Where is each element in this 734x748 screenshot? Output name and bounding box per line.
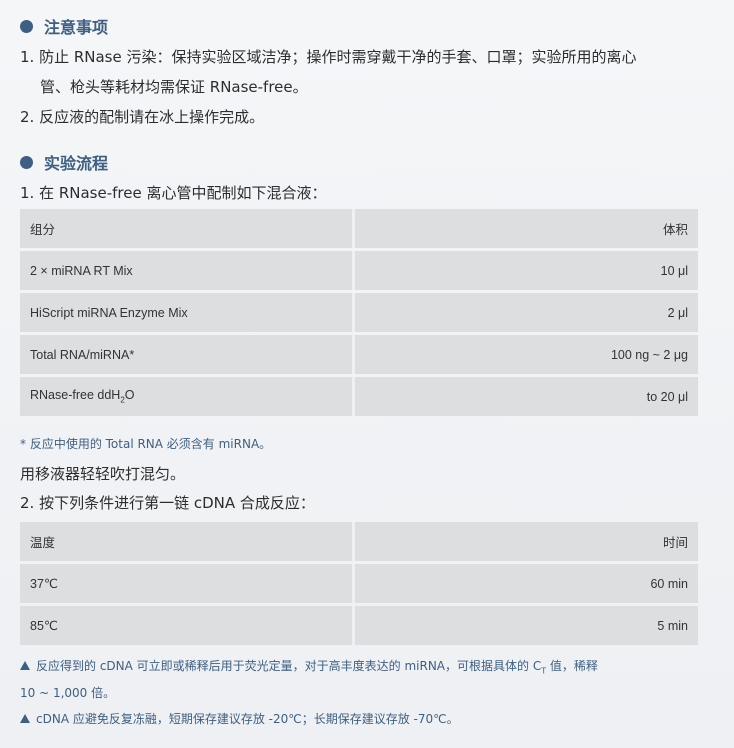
temperature-cell: 85℃ xyxy=(20,606,355,645)
time-cell: 60 min xyxy=(355,564,698,603)
header-volume: 体积 xyxy=(355,209,698,248)
time-cell: 5 min xyxy=(355,606,698,645)
note-1-text-tail: 值，稀释 xyxy=(546,659,598,673)
temperature-cell: 37℃ xyxy=(20,564,355,603)
precautions-title: 注意事项 xyxy=(44,18,109,37)
workflow-title: 实验流程 xyxy=(44,154,109,173)
step-1-text: 1. 在 RNase-free 离心管中配制如下混合液： xyxy=(20,184,327,202)
note-2: cDNA 应避免反复冻融，短期保存建议存放 -20℃；长期保存建议存放 -70℃… xyxy=(20,710,459,727)
component-name-tail: O xyxy=(124,388,135,403)
precautions-heading: 注意事项 xyxy=(20,14,108,38)
workflow-heading: 实验流程 xyxy=(20,150,108,174)
triangle-icon xyxy=(20,661,30,670)
table-row: Total RNA/miRNA* 100 ng ~ 2 μg xyxy=(20,335,698,374)
component-name: RNase-free ddH xyxy=(30,388,121,403)
volume-cell: 10 μl xyxy=(355,251,698,290)
reaction-table: 温度 时间 37℃ 60 min 85℃ 5 min xyxy=(20,519,698,648)
component-cell: RNase-free ddH2O xyxy=(20,377,355,416)
precaution-item-1: 1. 防止 RNase 污染：保持实验区域洁净；操作时需穿戴干净的手套、口罩；实… xyxy=(20,48,637,66)
header-time: 时间 xyxy=(355,522,698,561)
mix-instruction: 用移液器轻轻吹打混匀。 xyxy=(20,465,186,483)
component-cell: Total RNA/miRNA* xyxy=(20,335,355,374)
triangle-icon xyxy=(20,714,30,723)
volume-cell: to 20 μl xyxy=(355,377,698,416)
header-component: 组分 xyxy=(20,209,355,248)
table-row: 37℃ 60 min xyxy=(20,564,698,603)
mix-table: 组分 体积 2 × miRNA RT Mix 10 μl HiScript mi… xyxy=(20,206,698,419)
note-2-text: cDNA 应避免反复冻融，短期保存建议存放 -20℃；长期保存建议存放 -70℃… xyxy=(36,712,459,726)
precaution-item-2: 2. 反应液的配制请在冰上操作完成。 xyxy=(20,108,265,126)
component-cell: 2 × miRNA RT Mix xyxy=(20,251,355,290)
table-row: HiScript miRNA Enzyme Mix 2 μl xyxy=(20,293,698,332)
header-temperature: 温度 xyxy=(20,522,355,561)
table-row: 2 × miRNA RT Mix 10 μl xyxy=(20,251,698,290)
table-header-row: 组分 体积 xyxy=(20,209,698,248)
protocol-page: 注意事项 1. 防止 RNase 污染：保持实验区域洁净；操作时需穿戴干净的手套… xyxy=(0,0,734,748)
bullet-icon xyxy=(20,155,33,169)
note-1-text: 反应得到的 cDNA 可立即或稀释后用于荧光定量，对于高丰度表达的 miRNA，… xyxy=(36,659,542,673)
step-2-text: 2. 按下列条件进行第一链 cDNA 合成反应： xyxy=(20,494,315,512)
footnote: * 反应中使用的 Total RNA 必须含有 miRNA。 xyxy=(20,437,272,451)
volume-cell: 2 μl xyxy=(355,293,698,332)
note-1: 反应得到的 cDNA 可立即或稀释后用于荧光定量，对于高丰度表达的 miRNA，… xyxy=(20,657,598,675)
bullet-icon xyxy=(20,19,33,33)
note-1-cont: 10 ~ 1,000 倍。 xyxy=(20,686,116,700)
table-header-row: 温度 时间 xyxy=(20,522,698,561)
table-row: 85℃ 5 min xyxy=(20,606,698,645)
volume-cell: 100 ng ~ 2 μg xyxy=(355,335,698,374)
component-cell: HiScript miRNA Enzyme Mix xyxy=(20,293,355,332)
table-row: RNase-free ddH2O to 20 μl xyxy=(20,377,698,416)
precaution-item-1-cont: 管、枪头等耗材均需保证 RNase-free。 xyxy=(40,78,308,96)
